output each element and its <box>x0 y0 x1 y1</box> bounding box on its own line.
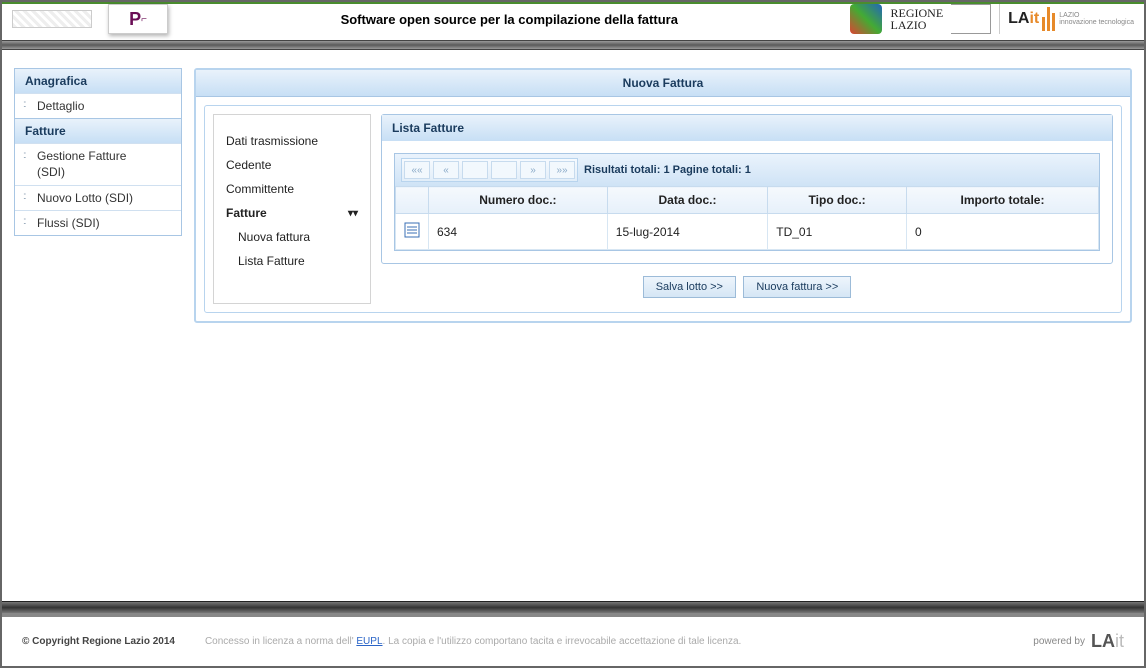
table-header-numero: Numero doc.: <box>429 187 608 214</box>
pager-bar: «« « » »» Risultati totali: 1 Pagine tot… <box>395 154 1099 186</box>
brand-mark: P⌐ <box>108 4 168 34</box>
panel-title: Lista Fatture <box>382 115 1112 141</box>
wizard-steps: Dati trasmissione Cedente Committente Fa… <box>213 114 371 304</box>
view-row-icon[interactable] <box>404 222 420 238</box>
sidebar-section-anagrafica: Anagrafica <box>15 69 181 93</box>
license-text: Concesso in licenza a norma dell' EUPL. … <box>205 636 1003 647</box>
decorative-frame <box>951 4 991 34</box>
regione-lazio-icon <box>850 4 882 34</box>
table-header-tipo: Tipo doc.: <box>768 187 907 214</box>
step-fatture[interactable]: Fatture ▾▾ <box>224 201 360 225</box>
cell-numero: 634 <box>429 214 608 250</box>
table-row[interactable]: 634 15-lug-2014 TD_01 0 <box>396 214 1099 250</box>
powered-by: powered by LAit <box>1033 631 1124 652</box>
step-dati-trasmissione[interactable]: Dati trasmissione <box>224 129 360 153</box>
sidebar-item-gestione-fatture[interactable]: Gestione Fatture (SDI) <box>15 143 181 185</box>
pager-last-button[interactable]: »» <box>549 161 575 179</box>
footer: © Copyright Regione Lazio 2014 Concesso … <box>2 617 1144 666</box>
pager-page-button[interactable] <box>491 161 517 179</box>
salva-lotto-button[interactable]: Salva lotto >> <box>643 276 736 298</box>
table-header-action <box>396 187 429 214</box>
step-nuova-fattura[interactable]: Nuova fattura <box>224 225 360 249</box>
table-header-importo: Importo totale: <box>906 187 1098 214</box>
pager-next-button[interactable]: » <box>520 161 546 179</box>
regione-lazio-label: REGIONE LAZIO <box>890 7 943 31</box>
page-header: P⌐ Software open source per la compilazi… <box>2 4 1144 40</box>
divider-band <box>2 40 1144 50</box>
table-header-data: Data doc.: <box>607 187 767 214</box>
sidebar-item-dettaglio[interactable]: Dettaglio <box>15 93 181 118</box>
pager-counts: Risultati totali: 1 Pagine totali: 1 <box>584 164 751 176</box>
cell-importo: 0 <box>906 214 1098 250</box>
pager-first-button[interactable]: «« <box>404 161 430 179</box>
logo-image <box>12 10 92 28</box>
step-lista-fatture[interactable]: Lista Fatture <box>224 249 360 273</box>
pager-prev-button[interactable]: « <box>433 161 459 179</box>
step-committente[interactable]: Committente <box>224 177 360 201</box>
copyright-text: © Copyright Regione Lazio 2014 <box>22 636 175 647</box>
sidebar-item-nuovo-lotto[interactable]: Nuovo Lotto (SDI) <box>15 185 181 210</box>
step-cedente[interactable]: Cedente <box>224 153 360 177</box>
cell-data: 15-lug-2014 <box>607 214 767 250</box>
nuova-fattura-button[interactable]: Nuova fattura >> <box>743 276 851 298</box>
pager-page-button[interactable] <box>462 161 488 179</box>
main-title: Nuova Fattura <box>196 70 1130 97</box>
sidebar: Anagrafica Dettaglio Fatture Gestione Fa… <box>14 68 182 236</box>
eupl-link[interactable]: EUPL <box>356 636 382 647</box>
lait-logo: LAit LAZIO innovazione tecnologica <box>999 4 1134 34</box>
chevron-down-icon: ▾▾ <box>348 208 358 219</box>
sidebar-item-flussi[interactable]: Flussi (SDI) <box>15 210 181 235</box>
lista-fatture-panel: Lista Fatture «« « <box>381 114 1113 264</box>
cell-tipo: TD_01 <box>768 214 907 250</box>
sidebar-section-fatture: Fatture <box>15 118 181 143</box>
footer-divider <box>2 601 1144 613</box>
fatture-table: Numero doc.: Data doc.: Tipo doc.: Impor… <box>395 186 1099 250</box>
page-title: Software open source per la compilazione… <box>168 12 850 27</box>
